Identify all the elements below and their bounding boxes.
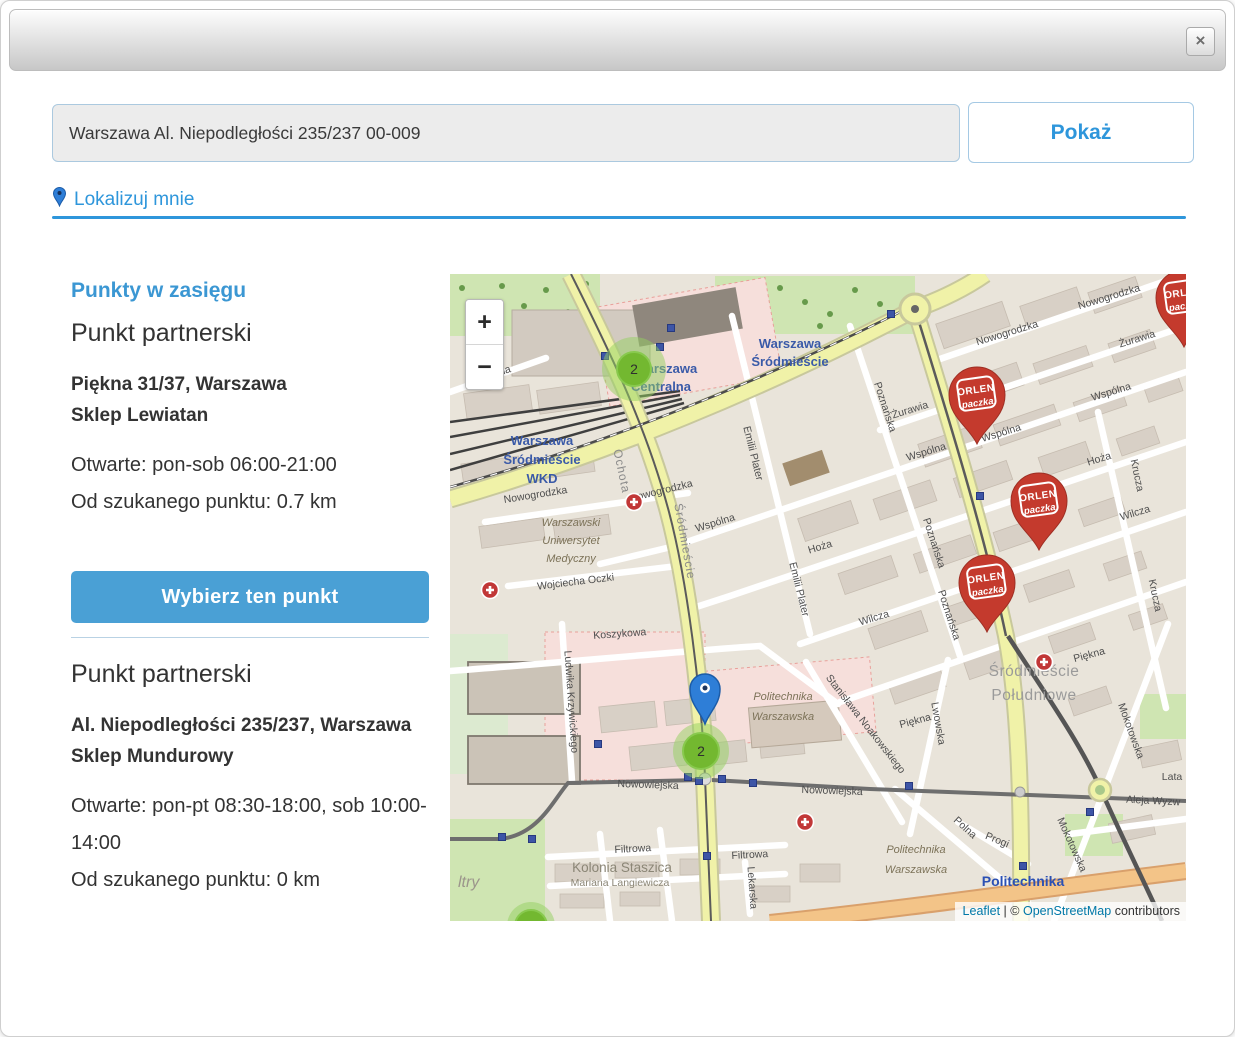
map-label: Filtrowa bbox=[614, 842, 651, 856]
attribution-separator: | bbox=[1000, 904, 1010, 918]
locate-me-label: Lokalizuj mnie bbox=[74, 189, 194, 211]
map-label: Politechnika bbox=[886, 844, 945, 856]
svg-text:2: 2 bbox=[697, 743, 705, 759]
location-pin-icon bbox=[53, 187, 66, 213]
map-label: Śródmieście bbox=[989, 662, 1080, 680]
copyright-symbol: © bbox=[1010, 904, 1023, 918]
poi-marker bbox=[977, 493, 984, 500]
map-label: Filtrowa bbox=[731, 848, 768, 862]
poi-marker bbox=[1020, 863, 1027, 870]
point-address-block: Piękna 31/37, Warszawa Sklep Lewiatan bbox=[71, 369, 433, 431]
map-attribution: Leaflet | © OpenStreetMap contributors bbox=[955, 902, 1186, 921]
point-address: Piękna 31/37, Warszawa bbox=[71, 369, 433, 400]
map-label: Medyczny bbox=[546, 553, 597, 565]
poi-marker bbox=[750, 780, 757, 787]
poi-marker bbox=[529, 836, 536, 843]
cluster-marker[interactable]: 2 bbox=[602, 337, 666, 401]
map-label: Warszawska bbox=[885, 864, 947, 876]
point-meta-block: Otwarte: pon-sob 06:00-21:00 Od szukaneg… bbox=[71, 447, 433, 521]
section-divider bbox=[52, 216, 1186, 219]
map-label: Południowe bbox=[991, 687, 1076, 704]
point-type-label: Punkt partnerski bbox=[71, 319, 252, 348]
point-hours: Otwarte: pon-pt 08:30-18:00, sob 10:00-1… bbox=[71, 788, 433, 862]
results-heading: Punkty w zasięgu bbox=[71, 279, 246, 303]
map-terrain bbox=[450, 274, 1186, 921]
map-label: ltry bbox=[458, 874, 480, 891]
point-hours: Otwarte: pon-sob 06:00-21:00 bbox=[71, 447, 433, 484]
map-label: Politechnika bbox=[753, 691, 812, 703]
zoom-out-button[interactable]: − bbox=[466, 344, 503, 389]
close-icon[interactable]: × bbox=[1186, 27, 1215, 56]
poi-marker bbox=[668, 325, 675, 332]
map-label: Warszawska bbox=[752, 711, 814, 723]
select-point-button[interactable]: Wybierz ten punkt bbox=[71, 571, 429, 623]
hospital-icon bbox=[482, 582, 499, 599]
map-canvas[interactable]: ORLEN paczka bbox=[450, 274, 1186, 921]
point-type-label: Punkt partnerski bbox=[71, 660, 252, 689]
point-distance: Od szukanego punktu: 0 km bbox=[71, 862, 433, 899]
show-button[interactable]: Pokaż bbox=[968, 102, 1194, 163]
leaflet-link[interactable]: Leaflet bbox=[963, 904, 1001, 918]
map-label: Śródmieście bbox=[751, 354, 828, 369]
poi-marker bbox=[906, 783, 913, 790]
zoom-in-button[interactable]: + bbox=[466, 300, 503, 344]
attribution-suffix: contributors bbox=[1111, 904, 1180, 918]
map-label: Warszawa bbox=[759, 336, 822, 351]
map-label: Warszawski bbox=[542, 517, 601, 529]
osm-link[interactable]: OpenStreetMap bbox=[1023, 904, 1111, 918]
point-meta-block: Otwarte: pon-pt 08:30-18:00, sob 10:00-1… bbox=[71, 788, 433, 899]
map-label: Uniwersytet bbox=[542, 535, 600, 547]
cluster-marker[interactable]: 2 bbox=[673, 723, 729, 779]
poi-marker bbox=[719, 776, 726, 783]
poi-marker bbox=[704, 853, 711, 860]
modal-header: × bbox=[9, 9, 1226, 71]
map-label: Nowowiejska bbox=[617, 778, 679, 792]
poi-marker bbox=[595, 741, 602, 748]
poi-marker bbox=[1087, 809, 1094, 816]
hospital-icon bbox=[626, 494, 643, 511]
hospital-icon bbox=[797, 814, 814, 831]
map-label: Lata bbox=[1162, 771, 1183, 783]
list-divider bbox=[71, 637, 429, 638]
modal-window: × Pokaż Lokalizuj mnie Punkty w zasięgu … bbox=[0, 0, 1235, 1037]
address-search-input[interactable] bbox=[52, 104, 960, 162]
point-name: Sklep Lewiatan bbox=[71, 400, 433, 431]
map-label: Warszawa bbox=[511, 433, 574, 448]
map-label: Śródmieście bbox=[503, 452, 580, 467]
point-name: Sklep Mundurowy bbox=[71, 741, 433, 772]
point-address: Al. Niepodległości 235/237, Warszawa bbox=[71, 710, 433, 741]
map-label: Politechnika bbox=[982, 873, 1065, 889]
locate-me-link[interactable]: Lokalizuj mnie bbox=[53, 187, 194, 213]
hospital-icon bbox=[1036, 654, 1053, 671]
svg-text:2: 2 bbox=[630, 361, 638, 377]
map-label: Kolonia Staszica bbox=[572, 860, 672, 875]
poi-marker bbox=[499, 834, 506, 841]
map-label: WKD bbox=[526, 471, 557, 486]
map-zoom-control: + − bbox=[465, 299, 504, 390]
map-svg: ORLEN paczka bbox=[450, 274, 1186, 921]
map-label: Mariana Langiewicza bbox=[571, 877, 670, 889]
point-distance: Od szukanego punktu: 0.7 km bbox=[71, 484, 433, 521]
map-label: Nowowiejska bbox=[801, 784, 863, 798]
point-address-block: Al. Niepodległości 235/237, Warszawa Skl… bbox=[71, 710, 433, 772]
poi-marker bbox=[888, 311, 895, 318]
pickup-point-modal-page: × Pokaż Lokalizuj mnie Punkty w zasięgu … bbox=[0, 0, 1235, 1037]
